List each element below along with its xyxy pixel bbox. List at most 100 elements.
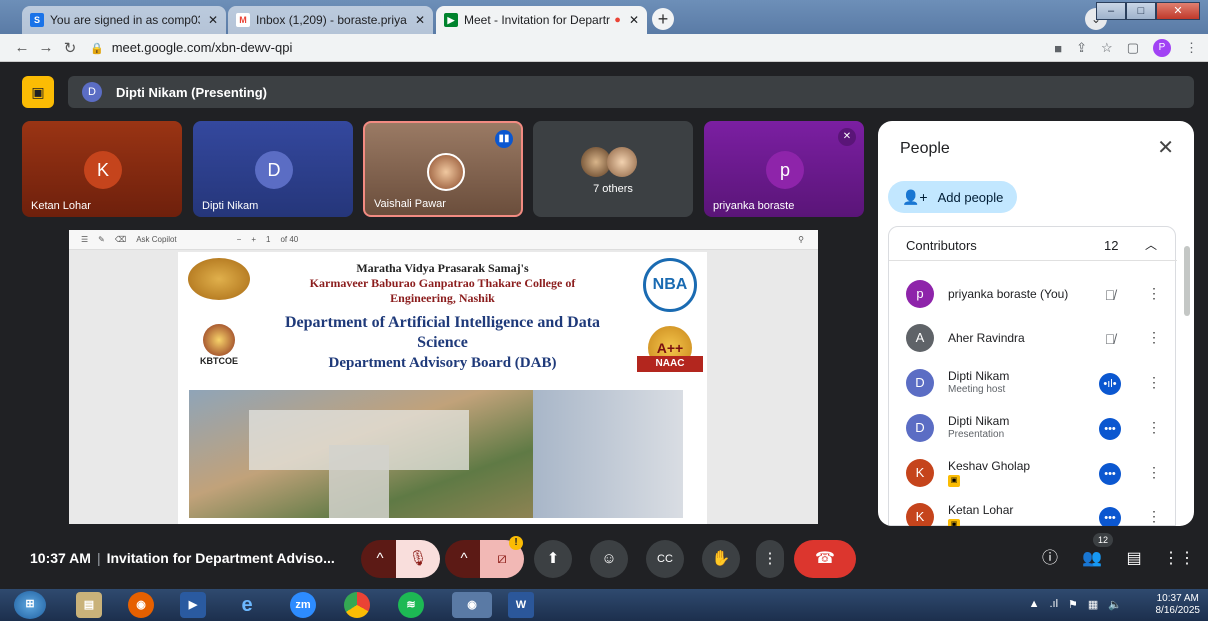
avatar: D: [906, 369, 934, 397]
url-field[interactable]: 🔒 meet.google.com/xbn-dewv-qpi: [90, 40, 292, 55]
tab-meet[interactable]: ▶ Meet - Invitation for Departr ● ✕: [436, 6, 647, 34]
add-people-button[interactable]: 👤+ Add people: [888, 181, 1017, 213]
reactions-button[interactable]: ☺: [590, 540, 628, 578]
leave-call-button[interactable]: ☎: [794, 540, 856, 578]
people-icon[interactable]: 👥: [1079, 546, 1105, 572]
list-item[interactable]: D Dipti Nikam Presentation ••• ⋮: [889, 406, 1177, 450]
mic-off-icon[interactable]: 🎙̸: [1099, 284, 1121, 306]
search-icon: ⚲: [798, 235, 804, 244]
profile-avatar[interactable]: P: [1153, 39, 1171, 57]
zoom-icon[interactable]: zm: [290, 592, 316, 618]
menu-icon[interactable]: ⋮: [1185, 40, 1198, 56]
participant-tile-speaking[interactable]: ▮▮ Vaishali Pawar: [363, 121, 523, 217]
internet-explorer-icon[interactable]: e: [234, 592, 260, 618]
close-icon[interactable]: ✕: [1157, 135, 1174, 160]
gmail-icon: M: [236, 13, 250, 27]
slide-dept: Department of Artificial Intelligence an…: [284, 314, 601, 371]
back-icon[interactable]: ←: [10, 39, 34, 56]
participant-tile[interactable]: D Dipti Nikam: [193, 121, 353, 217]
more-icon[interactable]: •••: [1099, 418, 1121, 440]
emoji-icon: ☺: [601, 550, 617, 567]
info-icon[interactable]: ⓘ: [1037, 546, 1063, 572]
chevron-up-icon[interactable]: ︿: [1145, 236, 1157, 253]
audio-options-button[interactable]: ^: [361, 540, 399, 578]
list-item[interactable]: K Ketan Lohar ▣ ••• ⋮: [889, 495, 1177, 526]
firefox-icon[interactable]: ◉: [128, 592, 154, 618]
chrome-active-icon[interactable]: ◉: [452, 592, 492, 618]
present-button[interactable]: ⬆: [534, 540, 572, 578]
avatar: K: [84, 151, 122, 189]
more-icon[interactable]: •••: [1099, 507, 1121, 526]
phone-hangup-icon: ☎: [815, 550, 835, 567]
more-options-icon[interactable]: ⋮: [1147, 329, 1161, 346]
page-total: of 40: [280, 235, 299, 244]
mic-off-icon[interactable]: 🎙̸: [1099, 328, 1121, 350]
more-options-icon[interactable]: ⋮: [1147, 374, 1161, 391]
tab-signed-in[interactable]: S You are signed in as comp035 ✕: [22, 6, 226, 34]
participant-tile[interactable]: p ✕ priyanka boraste: [704, 121, 864, 217]
more-options-icon[interactable]: ⋮: [1147, 285, 1161, 302]
zoom-in-icon: +: [251, 235, 256, 244]
chat-icon[interactable]: ▤: [1121, 546, 1147, 572]
flag-icon[interactable]: ⚑: [1068, 598, 1078, 611]
close-icon[interactable]: ✕: [208, 13, 218, 27]
participant-tile[interactable]: K Ketan Lohar: [22, 121, 182, 217]
list-item[interactable]: p priyanka boraste (You) 🎙̸ ⋮: [889, 272, 1177, 316]
captions-button[interactable]: CC: [646, 540, 684, 578]
maximize-button[interactable]: □: [1126, 2, 1156, 20]
recording-icon: ●: [614, 14, 621, 26]
file-explorer-icon[interactable]: ▤: [76, 592, 102, 618]
video-options-button[interactable]: ^: [445, 540, 483, 578]
avatar: K: [906, 503, 934, 526]
contributors-header[interactable]: Contributors 12 ︿: [889, 227, 1177, 261]
close-icon[interactable]: ✕: [415, 13, 425, 27]
reload-icon[interactable]: ↻: [58, 39, 82, 57]
scrollbar[interactable]: [1184, 246, 1190, 316]
share-icon[interactable]: ⇪: [1076, 40, 1087, 56]
signal-icon[interactable]: .ıl: [1049, 598, 1058, 611]
tab-inbox[interactable]: M Inbox (1,209) - boraste.priyanka ✕: [228, 6, 433, 34]
member-name: Aher Ravindra: [948, 331, 1025, 345]
minimize-button[interactable]: –: [1096, 2, 1126, 20]
window-close-button[interactable]: ✕: [1156, 2, 1200, 20]
media-player-icon[interactable]: ▶: [180, 592, 206, 618]
others-label: 7 others: [593, 183, 633, 195]
presenter-label: Dipti Nikam (Presenting): [116, 84, 267, 100]
volume-icon[interactable]: 🔈: [1108, 598, 1122, 611]
network-icon[interactable]: ▦: [1088, 598, 1098, 611]
forward-icon[interactable]: →: [34, 39, 58, 56]
speaking-icon[interactable]: •ıl•: [1099, 373, 1121, 395]
side-panel-icon[interactable]: ▢: [1127, 40, 1139, 56]
avatar-photo: [427, 153, 465, 191]
camera-icon[interactable]: ■: [1054, 41, 1062, 56]
word-icon[interactable]: W: [508, 592, 534, 618]
others-tile[interactable]: 7 others: [533, 121, 693, 217]
participant-name: Vaishali Pawar: [374, 198, 446, 210]
present-icon[interactable]: ▣: [22, 76, 54, 108]
member-name: Keshav Gholap: [948, 459, 1031, 473]
raise-hand-button[interactable]: ✋: [702, 540, 740, 578]
more-options-button[interactable]: ⋮: [756, 540, 784, 578]
people-count-badge: 12: [1093, 533, 1113, 547]
chrome-icon[interactable]: [344, 592, 370, 618]
presenter-banner: D Dipti Nikam (Presenting): [68, 76, 1194, 108]
more-options-icon[interactable]: ⋮: [1147, 508, 1161, 525]
meeting-title: Invitation for Department Adviso...: [106, 550, 335, 566]
start-button[interactable]: ⊞: [14, 591, 46, 619]
spotify-icon[interactable]: ≋: [398, 592, 424, 618]
section-label: Contributors: [906, 238, 977, 253]
close-icon[interactable]: ✕: [629, 13, 639, 27]
more-options-icon[interactable]: ⋮: [1147, 464, 1161, 481]
more-icon[interactable]: •••: [1099, 463, 1121, 485]
tray-expand-icon[interactable]: ▲: [1029, 598, 1040, 611]
list-item[interactable]: A Aher Ravindra 🎙̸ ⋮: [889, 316, 1177, 360]
more-options-icon[interactable]: ⋮: [1147, 419, 1161, 436]
mic-toggle-button[interactable]: 🎙: [396, 540, 440, 578]
list-item[interactable]: D Dipti Nikam Meeting host •ıl• ⋮: [889, 361, 1177, 405]
list-item[interactable]: K Keshav Gholap ▣ ••• ⋮: [889, 451, 1177, 495]
taskbar-clock[interactable]: 10:37 AM 8/16/2025: [1156, 593, 1201, 617]
avatar: D: [906, 414, 934, 442]
activities-icon[interactable]: ⋮⋮: [1163, 546, 1195, 572]
star-icon[interactable]: ☆: [1101, 40, 1113, 56]
new-tab-button[interactable]: +: [652, 8, 674, 30]
